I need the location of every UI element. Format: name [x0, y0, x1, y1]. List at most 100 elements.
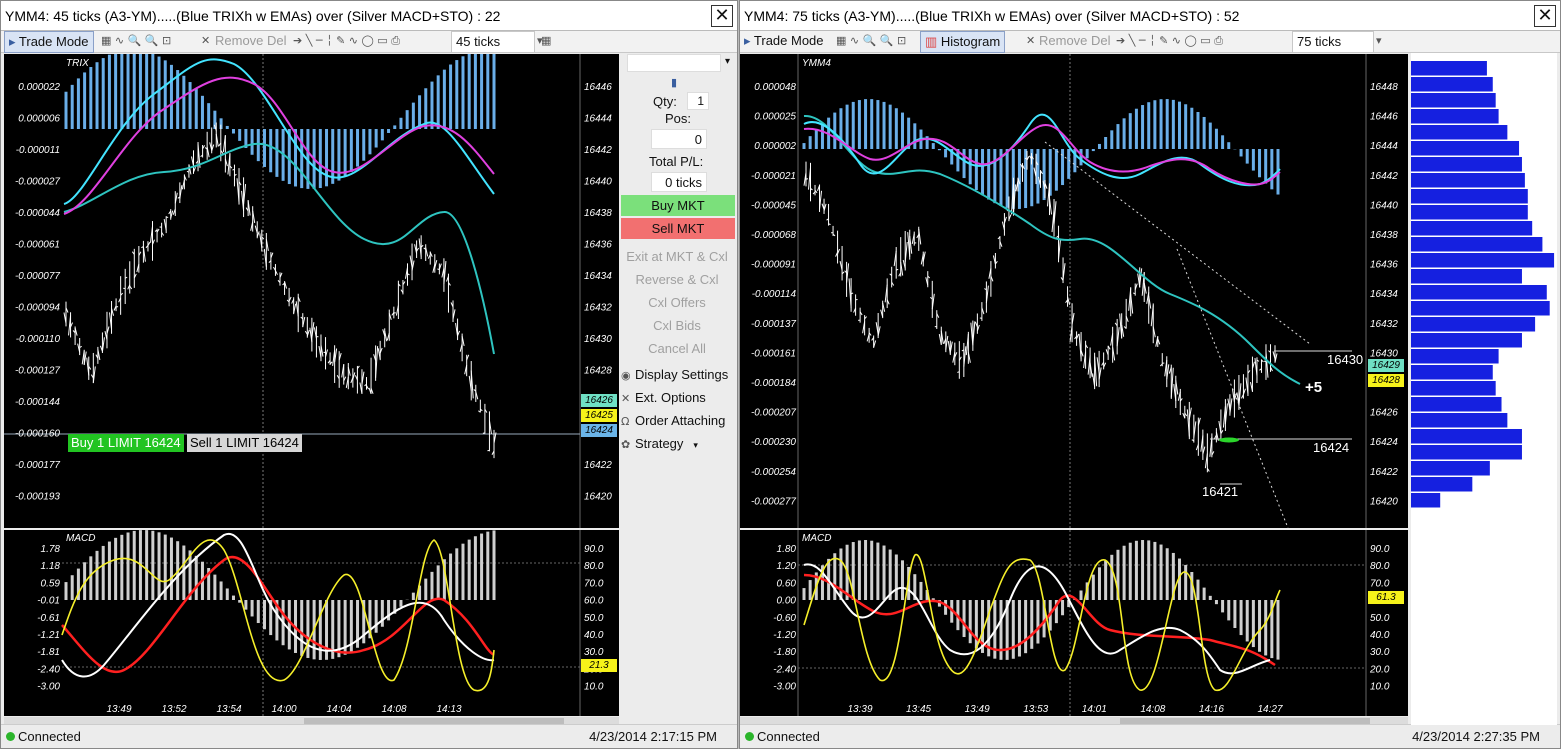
histogram-bar: [1239, 149, 1243, 157]
grid-toggle-icon[interactable]: ▦: [541, 31, 551, 53]
sell-mkt-button[interactable]: Sell MKT: [621, 218, 735, 239]
interval-select[interactable]: 45 ticks: [451, 31, 535, 53]
histogram-bar: [1110, 130, 1114, 149]
histogram-bar: [1030, 600, 1034, 649]
axis-tick: -0.000114: [752, 289, 797, 300]
histogram-bar: [1134, 108, 1138, 149]
sell-limit-order[interactable]: Sell 1 LIMIT 16424: [187, 434, 302, 452]
histogram-bar: [1128, 542, 1132, 600]
histogram-bar: [937, 149, 941, 151]
axis-tick: 0.000002: [754, 141, 796, 152]
histogram-bar: [888, 104, 892, 149]
volume-bar: [1411, 189, 1528, 204]
histogram-bar: [1264, 149, 1268, 184]
axis-tick: -0.000277: [751, 496, 796, 507]
histogram-bar: [1067, 149, 1071, 179]
histogram-bar: [157, 532, 161, 600]
histogram-bar: [1141, 105, 1145, 149]
ema-line-teal: [63, 142, 495, 355]
qty-stepper[interactable]: 1: [687, 92, 709, 110]
account-dropdown-icon[interactable]: ▾: [725, 56, 730, 67]
axis-tick: -0.000091: [751, 260, 796, 271]
price-chart-pane[interactable]: YMM4 0.000048 0.000025 0.000002 -0.000021 -0…: [740, 54, 1408, 528]
macd-chart-pane[interactable]: MACD 1.78 1.18 0.59 -0.01 -0.61 -1.21 -1.81 -2.…: [4, 530, 619, 716]
display-settings-item[interactable]: ◉ Display Settings: [621, 367, 728, 382]
sto-value-tag: 21.3: [581, 659, 617, 672]
price-bar-close: [828, 223, 831, 225]
ext-options-item[interactable]: ✕ Ext. Options: [621, 390, 706, 405]
histogram-button[interactable]: ▥ Histogram: [920, 31, 1006, 53]
axis-tick: -0.01: [37, 596, 60, 607]
buy-mkt-button[interactable]: Buy MKT: [621, 195, 735, 216]
trade-mode-button[interactable]: ▸ Trade Mode: [4, 31, 94, 53]
price-chart-pane[interactable]: TRIX 0.000022 0.000006 -0.000011 -0.000027 -…: [4, 54, 619, 528]
price-bar-close: [896, 268, 899, 271]
histogram-bar: [449, 64, 453, 129]
bracket-icon[interactable]: ▮: [671, 76, 677, 89]
close-button[interactable]: ✕: [711, 5, 733, 27]
axis-tick: 70.0: [584, 578, 604, 589]
axis-tick: 16440: [584, 177, 612, 188]
histogram-bar: [820, 123, 824, 149]
histogram-bar: [374, 600, 378, 633]
interval-dropdown-icon[interactable]: ▾: [1376, 31, 1382, 53]
drawing-tools-icons[interactable]: ➔ ╲ ─ ╎ ✎ ∿ ◯ ▭ ⎙: [293, 31, 400, 53]
axis-tick: -0.000127: [15, 366, 60, 377]
histogram-bar: [1221, 135, 1225, 149]
histogram-bar: [851, 101, 855, 149]
histogram-bar: [294, 129, 298, 187]
histogram-bar: [114, 537, 118, 600]
trendline-upper: [1044, 141, 1311, 345]
histogram-bar: [306, 600, 310, 658]
axis-tick: 16436: [584, 240, 612, 251]
interval-select[interactable]: 75 ticks: [1292, 31, 1374, 53]
histogram-bar: [1258, 600, 1262, 652]
axis-tick: -0.000094: [15, 303, 60, 314]
histogram-bar: [200, 95, 204, 129]
price-tag: 16425: [581, 409, 617, 422]
account-select[interactable]: [627, 54, 721, 72]
exit-mkt-cxl-button[interactable]: Exit at MKT & Cxl: [621, 249, 733, 264]
remove-del-button[interactable]: Remove Del: [215, 31, 287, 53]
axis-tick: 0.000022: [18, 82, 60, 93]
drawing-tools-icons[interactable]: ➔ ╲ ─ ╎ ✎ ∿ ◯ ▭ ⎙: [1116, 31, 1223, 53]
trade-mode-button[interactable]: ▸ Trade Mode: [744, 31, 824, 53]
volume-bar: [1411, 461, 1490, 476]
time-label: 14:01: [1082, 704, 1107, 715]
axis-tick: -0.000021: [751, 171, 796, 182]
histogram-bar: [1097, 567, 1101, 600]
macd-chart-pane[interactable]: MACD 1.80 1.20 0.60 0.00 -0.60 -1.20 -1.80 -2.4…: [740, 530, 1408, 716]
remove-del-button[interactable]: Remove Del: [1039, 31, 1111, 53]
remove-drawing-icon[interactable]: ✕: [201, 31, 210, 53]
axis-tick: 90.0: [584, 544, 604, 555]
histogram-bar: [993, 149, 997, 204]
histogram-bar: [405, 110, 409, 129]
strategy-item[interactable]: ✿ Strategy ▾: [621, 436, 698, 451]
histogram-bar: [833, 553, 837, 600]
histogram-bar: [393, 125, 397, 129]
order-attaching-item[interactable]: Ω Order Attaching: [621, 413, 725, 428]
trade-mode-icon: ▸: [9, 34, 19, 49]
histogram-bar: [894, 108, 898, 149]
histogram-bar: [325, 129, 329, 187]
histogram-bar: [169, 537, 173, 600]
toolbar-tools-icons[interactable]: ▦ ∿ 🔍 🔍 ⊡: [101, 31, 171, 53]
axis-tick: 80.0: [584, 561, 604, 572]
cxl-offers-button[interactable]: Cxl Offers: [621, 295, 733, 310]
histogram-bar: [1005, 149, 1009, 208]
histogram-bar: [467, 539, 471, 600]
histogram-bar: [1024, 600, 1028, 654]
buy-limit-order[interactable]: Buy 1 LIMIT 16424: [68, 434, 184, 452]
close-button[interactable]: ✕: [1534, 5, 1556, 27]
axis-tick: 16434: [1370, 289, 1398, 300]
remove-drawing-icon[interactable]: ✕: [1026, 31, 1035, 53]
cxl-bids-button[interactable]: Cxl Bids: [621, 318, 733, 333]
histogram-bar: [1171, 99, 1175, 149]
toolbar-tools-icons[interactable]: ▦ ∿ 🔍 🔍 ⊡: [836, 31, 906, 53]
time-label: 14:00: [271, 704, 296, 715]
indicator-label: MACD: [802, 533, 831, 544]
cancel-all-button[interactable]: Cancel All: [621, 341, 733, 356]
reverse-cxl-button[interactable]: Reverse & Cxl: [621, 272, 733, 287]
axis-tick: 10.0: [1370, 682, 1390, 693]
time-axis: 13:39 13:45 13:49 13:53 14:01 14:08 14:16 14:27: [847, 704, 1282, 715]
